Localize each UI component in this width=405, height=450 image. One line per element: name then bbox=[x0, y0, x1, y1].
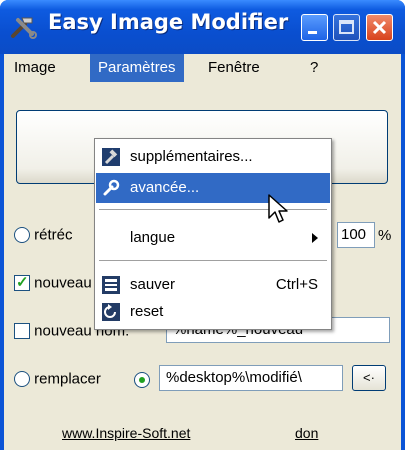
minimize-icon bbox=[308, 31, 317, 34]
mouse-cursor-icon bbox=[268, 194, 288, 223]
submenu-arrow-icon bbox=[312, 233, 318, 243]
resize-radio[interactable] bbox=[14, 227, 30, 244]
menu-separator bbox=[99, 209, 327, 210]
maximize-button[interactable] bbox=[333, 14, 360, 41]
menu-item-label: langue bbox=[130, 229, 176, 246]
menu-item-label: avancée... bbox=[130, 179, 200, 196]
title-bar[interactable]: Easy Image Modifier bbox=[0, 0, 405, 54]
new-name-checkbox[interactable] bbox=[14, 323, 30, 340]
close-icon bbox=[372, 20, 387, 35]
menu-item-langue[interactable]: langue bbox=[96, 223, 330, 253]
percent-unit: % bbox=[378, 227, 392, 244]
menu-item-shortcut: Ctrl+S bbox=[275, 276, 318, 293]
menu-bar: Image Paramètres Fenêtre ? bbox=[4, 54, 401, 82]
replace-radio[interactable] bbox=[14, 371, 30, 388]
wrench-hammer-icon bbox=[11, 17, 37, 39]
reset-icon bbox=[102, 303, 120, 321]
menu-separator bbox=[99, 260, 327, 261]
replace-label: remplacer bbox=[34, 370, 101, 388]
output-folder-radio[interactable] bbox=[134, 372, 150, 388]
save-icon bbox=[102, 276, 120, 294]
resize-label: rétréc bbox=[34, 226, 73, 244]
app-window: Easy Image Modifier Image Paramètres Fen… bbox=[0, 0, 405, 450]
menu-item-label: supplémentaires... bbox=[130, 148, 253, 165]
maximize-icon bbox=[339, 20, 354, 34]
resize-row: rétréc bbox=[14, 226, 73, 244]
menu-item-sauver[interactable]: sauver Ctrl+S bbox=[96, 270, 330, 300]
menu-item-avancee[interactable]: avancée... bbox=[96, 173, 330, 203]
replace-row: remplacer bbox=[14, 370, 101, 388]
menu-fenetre[interactable]: Fenêtre bbox=[200, 54, 268, 82]
new-format-checkbox[interactable] bbox=[14, 273, 30, 292]
output-path-input[interactable]: %desktop%\modifié\ bbox=[159, 365, 343, 391]
menu-item-label: sauver bbox=[130, 276, 176, 293]
window-title: Easy Image Modifier bbox=[48, 10, 289, 34]
parametres-dropdown: supplémentaires... avancée... langue sau… bbox=[94, 138, 332, 330]
wrench-icon bbox=[103, 179, 120, 196]
menu-image[interactable]: Image bbox=[6, 54, 64, 82]
browse-button[interactable]: <· bbox=[352, 365, 386, 391]
menu-item-reset[interactable]: reset bbox=[96, 297, 330, 327]
menu-parametres[interactable]: Paramètres bbox=[90, 54, 184, 82]
donate-link[interactable]: don bbox=[295, 425, 318, 441]
client-area: Image Paramètres Fenêtre ? rétréc : 100 … bbox=[4, 54, 401, 450]
menu-item-supplementaires[interactable]: supplémentaires... bbox=[96, 142, 330, 172]
close-button[interactable] bbox=[366, 14, 393, 41]
hammer-icon bbox=[102, 148, 120, 166]
website-link[interactable]: www.Inspire-Soft.net bbox=[62, 425, 190, 441]
menu-item-label: reset bbox=[130, 303, 164, 320]
minimize-button[interactable] bbox=[301, 14, 328, 41]
menu-help[interactable]: ? bbox=[302, 54, 326, 82]
percent-input[interactable]: 100 bbox=[337, 222, 375, 248]
